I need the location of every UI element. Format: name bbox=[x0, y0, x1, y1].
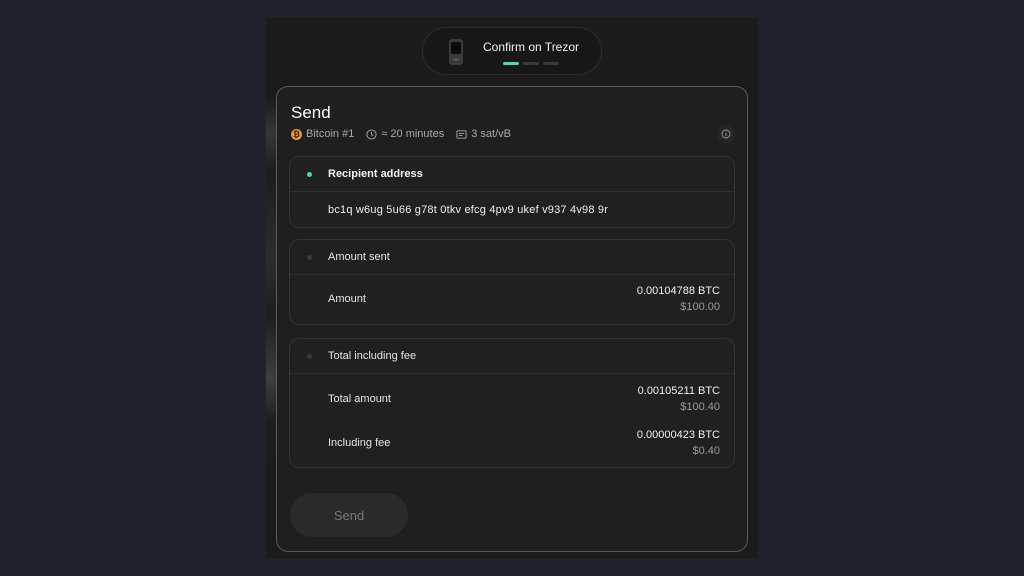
total-amount-fiat: $100.40 bbox=[680, 401, 720, 413]
recipient-row: bc1q w6ug 5u66 g78t 0tkv efcg 4pv9 ukef … bbox=[290, 192, 734, 228]
progress-step bbox=[503, 62, 519, 65]
total-amount-value: 0.00105211 BTC $100.40 bbox=[638, 385, 720, 413]
status-dot bbox=[307, 172, 312, 177]
confirmation-progress bbox=[503, 62, 559, 65]
transaction-meta: ₿ Bitcoin #1 ≈ 20 minutes 3 sat/vB bbox=[291, 128, 523, 140]
amount-sent-card: Amount sent Amount 0.00104788 BTC $100.0… bbox=[289, 239, 735, 325]
info-button[interactable] bbox=[717, 125, 735, 143]
clock-icon bbox=[366, 128, 377, 140]
progress-step bbox=[523, 62, 539, 65]
eta-value: ≈ 20 minutes bbox=[381, 128, 445, 140]
account-name: Bitcoin #1 bbox=[306, 128, 355, 140]
fee-row: Including fee 0.00000423 BTC $0.40 bbox=[290, 418, 734, 466]
fee-rate-value: 3 sat/vB bbox=[471, 128, 511, 140]
total-amount-crypto: 0.00105211 BTC bbox=[637, 385, 720, 397]
amount-label: Amount bbox=[328, 293, 366, 305]
fee-value: 0.00000423 BTC $0.40 bbox=[637, 429, 720, 457]
page-title: Send bbox=[291, 103, 331, 122]
total-header: Total including fee bbox=[290, 339, 734, 374]
amount-value: 0.00104788 BTC $100.00 bbox=[637, 285, 720, 313]
account-tag: ₿ Bitcoin #1 bbox=[291, 128, 354, 140]
recipient-address: bc1q w6ug 5u66 g78t 0tkv efcg 4pv9 ukef … bbox=[328, 204, 609, 216]
recipient-header: Recipient address bbox=[290, 157, 734, 192]
bitcoin-icon: ₿ bbox=[291, 128, 302, 140]
total-card: Total including fee Total amount 0.00105… bbox=[289, 338, 735, 468]
amount-sent-label: Amount sent bbox=[328, 251, 390, 263]
trezor-device-icon bbox=[449, 39, 463, 65]
total-amount-label: Total amount bbox=[328, 393, 391, 405]
send-review-panel: Send ₿ Bitcoin #1 ≈ 20 minutes 3 sat/vB bbox=[276, 86, 748, 552]
amount-fiat: $100.00 bbox=[680, 301, 720, 313]
amount-sent-header: Amount sent bbox=[290, 240, 734, 275]
decorative-edge bbox=[266, 98, 276, 458]
fee-label: Including fee bbox=[328, 437, 391, 449]
status-dot bbox=[307, 255, 312, 260]
send-modal: Confirm on Trezor Send ₿ Bitcoin #1 ≈ 20… bbox=[266, 18, 758, 558]
fee-rate-tag: 3 sat/vB bbox=[456, 128, 511, 140]
total-label: Total including fee bbox=[328, 350, 417, 362]
eta-tag: ≈ 20 minutes bbox=[366, 128, 444, 140]
info-icon bbox=[721, 129, 731, 139]
progress-step bbox=[543, 62, 559, 65]
recipient-card: Recipient address bc1q w6ug 5u66 g78t 0t… bbox=[289, 156, 735, 228]
fee-fiat: $0.40 bbox=[692, 445, 720, 457]
recipient-label: Recipient address bbox=[328, 168, 423, 180]
device-status-title: Confirm on Trezor bbox=[483, 40, 580, 54]
amount-crypto: 0.00104788 BTC bbox=[636, 285, 720, 297]
status-dot bbox=[307, 354, 312, 359]
receipt-icon bbox=[456, 129, 467, 139]
total-amount-row: Total amount 0.00105211 BTC $100.40 bbox=[290, 374, 734, 418]
amount-row: Amount 0.00104788 BTC $100.00 bbox=[290, 275, 734, 325]
send-button[interactable]: Send bbox=[290, 493, 408, 537]
device-status-pill: Confirm on Trezor bbox=[422, 27, 602, 75]
fee-crypto: 0.00000423 BTC bbox=[636, 429, 720, 441]
